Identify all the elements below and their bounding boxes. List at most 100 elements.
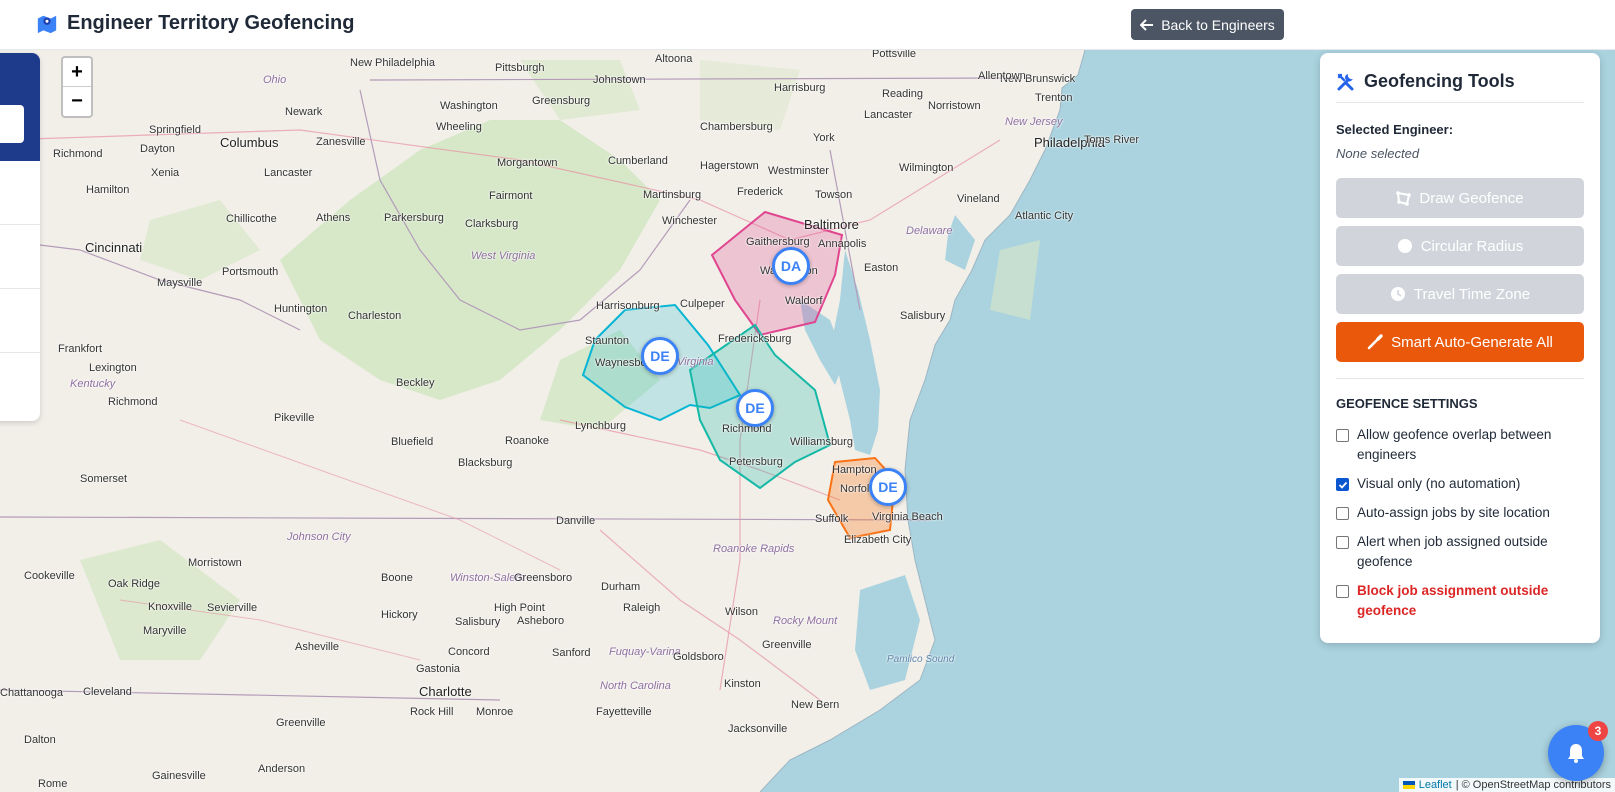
- map-place-label: Knoxville: [148, 601, 193, 613]
- travel-time-zone-button[interactable]: Travel Time Zone: [1336, 274, 1584, 314]
- tools-icon: [1337, 73, 1354, 90]
- map-place-label: Anderson: [258, 763, 306, 775]
- engineer-marker-de[interactable]: DE: [736, 389, 774, 427]
- map-place-label: Johnson City: [287, 531, 351, 543]
- visual-only-checkbox[interactable]: [1336, 478, 1349, 491]
- map-place-label: Dalton: [24, 734, 56, 746]
- map-place-label: Gastonia: [416, 663, 461, 675]
- map-place-label: Wilson: [725, 606, 759, 618]
- engineer-marker-de[interactable]: DE: [641, 337, 679, 375]
- engineer-list-header: [0, 53, 40, 161]
- map-place-label: Gainesville: [152, 770, 206, 782]
- option-label: Auto-assign jobs by site location: [1357, 505, 1550, 520]
- magic-wand-icon: [1367, 334, 1383, 350]
- map-place-label: Cookeville: [24, 570, 75, 582]
- smart-auto-generate-button[interactable]: Smart Auto-Generate All: [1336, 322, 1584, 362]
- map-place-label: Petersburg: [729, 456, 783, 468]
- back-to-engineers-button[interactable]: Back to Engineers: [1131, 9, 1284, 40]
- map-place-label: Bluefield: [391, 436, 434, 448]
- circular-radius-button[interactable]: Circular Radius: [1336, 226, 1584, 266]
- top-bar: Engineer Territory Geofencing Back to En…: [0, 0, 1615, 50]
- map-place-label: Atlantic City: [1015, 210, 1074, 222]
- draw-polygon-icon: [1396, 190, 1412, 206]
- map-place-label: Lancaster: [264, 167, 313, 179]
- map-place-label: Easton: [864, 262, 899, 274]
- map-place-label: Concord: [448, 646, 490, 658]
- map-place-label: Jacksonville: [728, 723, 788, 735]
- list-item[interactable]: [0, 225, 40, 289]
- option-auto-assign[interactable]: Auto-assign jobs by site location: [1336, 503, 1584, 523]
- map-place-label: Athens: [316, 212, 351, 224]
- map-place-label: Cincinnati: [85, 240, 143, 255]
- back-button-label: Back to Engineers: [1161, 16, 1275, 33]
- map-place-label: Johnstown: [593, 74, 646, 86]
- map-place-label: Wheeling: [436, 121, 482, 133]
- page-title-text: Engineer Territory Geofencing: [67, 12, 355, 34]
- map-place-label: Towson: [815, 189, 853, 201]
- map-place-label: Allentown: [978, 70, 1026, 82]
- zoom-out-button[interactable]: −: [63, 87, 91, 116]
- map-place-label: Morristown: [188, 557, 242, 569]
- map-place-label: Greenville: [276, 717, 326, 729]
- list-item[interactable]: [0, 353, 40, 417]
- map-place-label: Springfield: [149, 124, 201, 136]
- option-alert-outside[interactable]: Alert when job assigned outside geofence: [1336, 532, 1584, 572]
- map-place-label: Lancaster: [864, 109, 913, 121]
- engineer-marker-de[interactable]: DE: [869, 468, 907, 506]
- clock-icon: [1390, 287, 1405, 301]
- draw-geofence-button[interactable]: Draw Geofence: [1336, 178, 1584, 218]
- map-place-label: Martinsburg: [643, 189, 702, 201]
- list-item[interactable]: [0, 289, 40, 353]
- map-place-label: Roanoke Rapids: [713, 543, 795, 555]
- map-place-label: Waldorf: [785, 295, 823, 307]
- draw-geofence-label: Draw Geofence: [1419, 189, 1524, 207]
- map-place-label: Annapolis: [818, 238, 867, 250]
- map-place-label: Lexington: [89, 362, 137, 374]
- map-place-label: Virginia Beach: [872, 511, 943, 523]
- map-place-label: Roanoke: [505, 435, 550, 447]
- leaflet-link[interactable]: Leaflet: [1419, 779, 1452, 791]
- osm-attribution[interactable]: | © OpenStreetMap contributors: [1456, 779, 1611, 791]
- map-place-label: Westminster: [768, 165, 829, 177]
- notification-count-badge: 3: [1588, 721, 1608, 741]
- map-place-label: Toms River: [1084, 134, 1140, 146]
- map-place-label: Durham: [601, 581, 641, 593]
- map-place-label: Salisbury: [455, 616, 501, 628]
- map-place-label: Delaware: [906, 225, 953, 237]
- map-place-label: Baltimore: [804, 217, 859, 232]
- map-place-label: Hamilton: [86, 184, 130, 196]
- engineer-search-input[interactable]: [0, 105, 24, 143]
- map-place-label: Rocky Mount: [773, 615, 838, 627]
- map-place-label: Somerset: [80, 473, 128, 485]
- map-place-label: Elizabeth City: [844, 534, 912, 546]
- map-place-label: Chattanooga: [0, 687, 63, 699]
- option-allow-overlap[interactable]: Allow geofence overlap between engineers: [1336, 425, 1584, 465]
- option-visual-only[interactable]: Visual only (no automation): [1336, 474, 1584, 494]
- alert-outside-checkbox[interactable]: [1336, 536, 1349, 549]
- arrow-left-icon: [1140, 18, 1154, 31]
- engineer-list-panel[interactable]: [0, 53, 40, 421]
- map-place-label: New Philadelphia: [350, 57, 435, 69]
- map-place-label: Charlotte: [419, 684, 472, 699]
- map-place-label: Frankfort: [58, 343, 103, 355]
- map-place-label: Columbus: [220, 135, 279, 150]
- checkmark-icon: [1338, 481, 1347, 489]
- notifications-button[interactable]: 3: [1548, 721, 1608, 781]
- map-place-label: Richmond: [53, 148, 103, 160]
- travel-time-zone-label: Travel Time Zone: [1413, 285, 1531, 303]
- auto-assign-checkbox[interactable]: [1336, 507, 1349, 520]
- allow-overlap-checkbox[interactable]: [1336, 429, 1349, 442]
- zoom-in-button[interactable]: +: [63, 58, 91, 87]
- map-place-label: Asheville: [295, 641, 340, 653]
- map-place-label: Cumberland: [608, 155, 668, 167]
- circle-icon: [1397, 239, 1412, 253]
- list-item[interactable]: [0, 161, 40, 225]
- engineer-marker-da[interactable]: DA: [772, 247, 810, 285]
- map-place-label: Parkersburg: [384, 212, 444, 224]
- map-place-label: Washington: [440, 100, 498, 112]
- map-place-label: Virginia: [677, 356, 714, 368]
- option-block-outside[interactable]: Block job assignment outside geofence: [1336, 581, 1584, 621]
- map-place-label: Frederick: [737, 186, 783, 198]
- option-label: Visual only (no automation): [1357, 476, 1521, 491]
- block-outside-checkbox[interactable]: [1336, 585, 1349, 598]
